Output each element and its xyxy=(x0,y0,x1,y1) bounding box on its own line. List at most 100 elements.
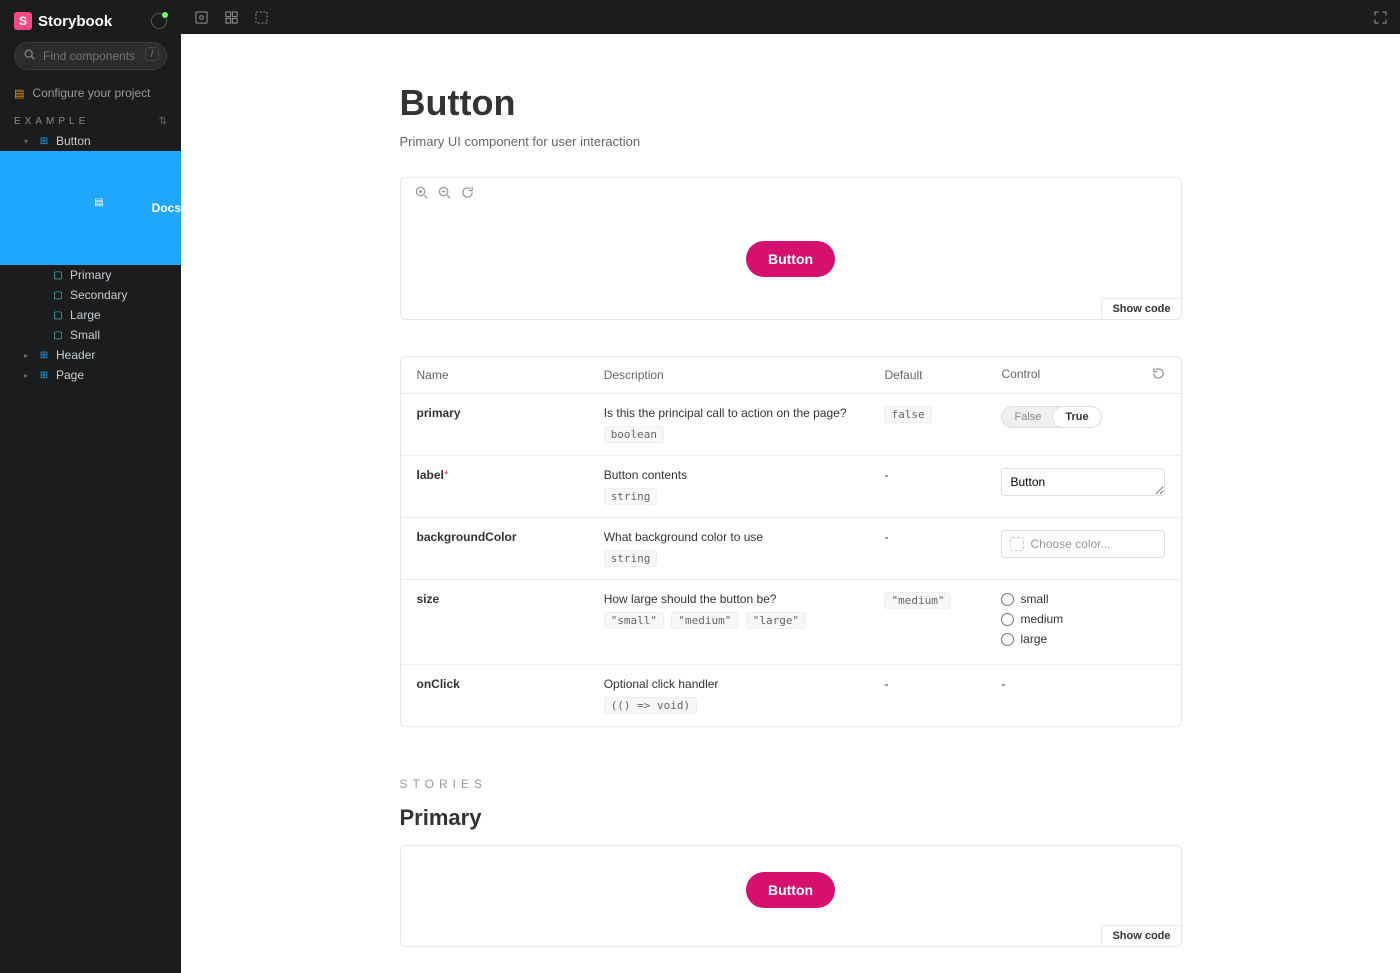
arg-name: label xyxy=(417,468,444,482)
arg-description: Optional click handler xyxy=(604,677,853,691)
page-subtitle: Primary UI component for user interactio… xyxy=(400,134,1182,149)
arg-type: (() => void) xyxy=(604,697,697,714)
tree-item-primary[interactable]: ▢Primary xyxy=(0,265,181,285)
args-table: Name Description Default Control primary… xyxy=(400,356,1182,727)
canvas-toolbar xyxy=(181,0,1400,34)
col-header-control: Control xyxy=(985,357,1180,394)
search-icon xyxy=(24,49,35,63)
tree-item-large[interactable]: ▢Large xyxy=(0,305,181,325)
tree-item-page[interactable]: ▸⊞Page xyxy=(0,365,181,385)
tree-item-header[interactable]: ▸⊞Header xyxy=(0,345,181,365)
col-header-default: Default xyxy=(868,357,985,394)
col-header-description: Description xyxy=(588,357,869,394)
nav-tree: ▾⊞Button ▤Docs ▢Primary ▢Secondary ▢Larg… xyxy=(0,131,181,385)
outline-icon[interactable] xyxy=(253,9,269,25)
arg-type: string xyxy=(604,550,658,567)
tree-item-docs[interactable]: ▤Docs xyxy=(0,151,181,265)
arg-name: primary xyxy=(417,406,461,420)
required-marker: * xyxy=(444,468,449,482)
arg-row-onclick: onClick Optional click handler (() => voi… xyxy=(401,665,1181,727)
story-icon: ▢ xyxy=(52,289,64,301)
component-icon: ⊞ xyxy=(38,369,50,381)
boolean-toggle[interactable]: False True xyxy=(1001,406,1101,428)
radio-large[interactable]: large xyxy=(1001,632,1164,646)
arg-default: false xyxy=(884,406,931,423)
color-picker[interactable]: Choose color... xyxy=(1001,530,1164,558)
zoom-reset-icon[interactable] xyxy=(461,186,474,202)
arg-row-primary: primary Is this the principal call to ac… xyxy=(401,394,1181,456)
remount-icon[interactable] xyxy=(193,9,209,25)
grid-icon[interactable] xyxy=(223,9,239,25)
size-radio-group: small medium large xyxy=(1001,592,1164,646)
preview-canvas: Button xyxy=(401,211,1181,319)
enum-option: "small" xyxy=(604,612,664,629)
arg-name: onClick xyxy=(417,677,460,691)
label-input[interactable] xyxy=(1001,468,1164,496)
arg-description: What background color to use xyxy=(604,530,853,544)
zoom-out-icon[interactable] xyxy=(438,186,451,202)
arg-row-label: label* Button contentsstring - xyxy=(401,456,1181,518)
arg-name: backgroundColor xyxy=(417,530,517,544)
docs-icon: ▤ xyxy=(79,154,119,262)
col-header-name: Name xyxy=(401,357,588,394)
caret-down-icon: ▾ xyxy=(24,137,32,146)
preview-canvas: Button xyxy=(401,846,1181,946)
toggle-false[interactable]: False xyxy=(1002,407,1053,427)
preview-toolbar xyxy=(401,178,1181,211)
stories-section-heading: STORIES xyxy=(400,777,1182,791)
story-icon: ▢ xyxy=(52,309,64,321)
search-container: / xyxy=(14,42,167,70)
show-code-button[interactable]: Show code xyxy=(1101,298,1180,319)
story-title-primary: Primary xyxy=(400,805,1182,831)
story-icon: ▢ xyxy=(52,269,64,281)
configure-project-link[interactable]: ▤ Configure your project xyxy=(0,80,181,106)
enum-option: "large" xyxy=(746,612,806,629)
caret-right-icon: ▸ xyxy=(24,351,32,360)
tree-item-button[interactable]: ▾⊞Button xyxy=(0,131,181,151)
arg-default: "medium" xyxy=(884,592,951,609)
arg-name: size xyxy=(417,592,440,606)
component-icon: ⊞ xyxy=(38,135,50,147)
fullscreen-icon[interactable] xyxy=(1372,9,1388,25)
arg-row-backgroundcolor: backgroundColor What background color to… xyxy=(401,518,1181,580)
app-name: Storybook xyxy=(38,13,112,30)
section-title: EXAMPLE xyxy=(14,116,89,127)
show-code-button[interactable]: Show code xyxy=(1101,925,1180,946)
arg-type: boolean xyxy=(604,426,664,443)
docs-canvas[interactable]: Button Primary UI component for user int… xyxy=(181,34,1400,973)
story-preview-primary: Button Show code xyxy=(400,845,1182,947)
radio-medium[interactable]: medium xyxy=(1001,612,1164,626)
tree-item-small[interactable]: ▢Small xyxy=(0,325,181,345)
search-shortcut-badge: / xyxy=(145,47,159,61)
arg-type: string xyxy=(604,488,658,505)
toggle-true[interactable]: True xyxy=(1053,407,1100,427)
configure-label: Configure your project xyxy=(32,86,150,100)
page-title: Button xyxy=(400,82,1182,124)
radio-small[interactable]: small xyxy=(1001,592,1164,606)
button-component-preview[interactable]: Button xyxy=(746,241,835,277)
zoom-in-icon[interactable] xyxy=(415,186,428,202)
sidebar: S Storybook / ▤ Configure your project E… xyxy=(0,0,181,973)
arg-default: - xyxy=(868,456,985,518)
tree-item-secondary[interactable]: ▢Secondary xyxy=(0,285,181,305)
component-icon: ⊞ xyxy=(38,349,50,361)
section-header-example[interactable]: EXAMPLE ⇅ xyxy=(0,106,181,131)
arg-description: Is this the principal call to action on … xyxy=(604,406,853,420)
enum-option: "medium" xyxy=(671,612,738,629)
preview-block: Button Show code xyxy=(400,177,1182,320)
main-panel: Button Primary UI component for user int… xyxy=(181,0,1400,973)
document-icon: ▤ xyxy=(14,87,24,100)
storybook-badge-icon: S xyxy=(14,12,32,30)
color-swatch-icon xyxy=(1010,537,1024,551)
arg-default: - xyxy=(868,665,985,727)
theme-toggle-icon[interactable] xyxy=(151,13,167,29)
caret-right-icon: ▸ xyxy=(24,371,32,380)
sidebar-header: S Storybook xyxy=(0,0,181,42)
arg-control: - xyxy=(985,665,1180,727)
arg-default: - xyxy=(868,518,985,580)
button-component-preview[interactable]: Button xyxy=(746,872,835,908)
storybook-logo[interactable]: S Storybook xyxy=(14,12,112,30)
story-icon: ▢ xyxy=(52,329,64,341)
sort-icon[interactable]: ⇅ xyxy=(159,116,167,127)
reset-controls-icon[interactable] xyxy=(1152,367,1165,383)
